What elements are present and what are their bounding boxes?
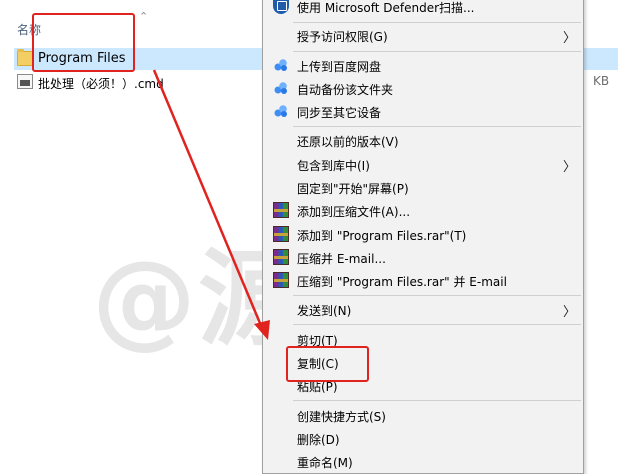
menu-item-label: 固定到"开始"屏幕(P): [297, 182, 409, 196]
winrar-icon: [273, 249, 289, 265]
sort-ascending-icon: ⌃: [139, 10, 149, 23]
baidu-cloud-icon: [274, 59, 287, 71]
menu-separator: [293, 295, 581, 296]
chevron-right-icon: 〉: [563, 305, 577, 320]
file-size-unit: KB: [593, 74, 610, 88]
menu-item-include-library[interactable]: 包含到库中(I) 〉: [263, 153, 583, 175]
menu-item-create-shortcut[interactable]: 创建快捷方式(S): [263, 404, 583, 426]
defender-shield-icon: [273, 0, 289, 14]
menu-item-compress-rar-email[interactable]: 压缩到 "Program Files.rar" 并 E-mail: [263, 269, 583, 291]
menu-item-add-archive[interactable]: 添加到压缩文件(A)...: [263, 199, 583, 221]
menu-item-label: 创建快捷方式(S): [297, 410, 386, 424]
baidu-cloud-icon: [274, 82, 287, 94]
menu-item-label: 压缩并 E-mail...: [297, 252, 386, 266]
menu-item-pin-start[interactable]: 固定到"开始"屏幕(P): [263, 176, 583, 198]
highlight-box-copy: [286, 346, 369, 382]
menu-item-label: 发送到(N): [297, 304, 352, 318]
menu-item-label: 同步至其它设备: [297, 106, 382, 120]
winrar-icon: [273, 272, 289, 288]
menu-item-label: 删除(D): [297, 433, 340, 447]
menu-item-auto-backup[interactable]: 自动备份该文件夹: [263, 77, 583, 99]
menu-separator: [293, 126, 581, 127]
chevron-right-icon: 〉: [563, 160, 577, 175]
menu-separator: [293, 324, 581, 325]
menu-item-restore-versions[interactable]: 还原以前的版本(V): [263, 129, 583, 151]
menu-item-defender-scan[interactable]: 使用 Microsoft Defender扫描...: [263, 0, 583, 17]
menu-item-send-to[interactable]: 发送到(N) 〉: [263, 298, 583, 320]
baidu-cloud-icon: [274, 105, 287, 117]
menu-item-upload-baidu[interactable]: 上传到百度网盘: [263, 54, 583, 76]
menu-separator: [293, 51, 581, 52]
menu-item-label: 重命名(M): [297, 456, 353, 470]
folder-icon: [17, 49, 33, 66]
menu-item-rename[interactable]: 重命名(M): [263, 450, 583, 472]
context-menu: 使用 Microsoft Defender扫描... 授予访问权限(G) 〉 上…: [262, 0, 584, 474]
winrar-icon: [273, 226, 289, 242]
menu-item-label: 还原以前的版本(V): [297, 135, 399, 149]
chevron-right-icon: 〉: [563, 31, 577, 46]
menu-item-label: 自动备份该文件夹: [297, 83, 394, 97]
menu-item-label: 添加到压缩文件(A)...: [297, 205, 411, 219]
menu-item-label: 使用 Microsoft Defender扫描...: [297, 1, 475, 15]
menu-item-label: 包含到库中(I): [297, 159, 370, 173]
cmd-file-icon: [17, 74, 33, 89]
menu-item-grant-access[interactable]: 授予访问权限(G) 〉: [263, 24, 583, 46]
menu-separator: [293, 22, 581, 23]
file-name: 批处理（必须！）.cmd: [38, 77, 164, 91]
menu-item-add-to-rar[interactable]: 添加到 "Program Files.rar"(T): [263, 223, 583, 245]
menu-item-label: 压缩到 "Program Files.rar" 并 E-mail: [297, 275, 507, 289]
winrar-icon: [273, 202, 289, 218]
menu-item-label: 添加到 "Program Files.rar"(T): [297, 229, 467, 243]
highlight-box-program-files: [32, 13, 135, 72]
menu-item-label: 上传到百度网盘: [297, 60, 382, 74]
menu-separator: [293, 400, 581, 401]
menu-item-delete[interactable]: 删除(D): [263, 427, 583, 449]
menu-item-label: 授予访问权限(G): [297, 30, 388, 44]
menu-item-compress-email[interactable]: 压缩并 E-mail...: [263, 246, 583, 268]
menu-item-sync-devices[interactable]: 同步至其它设备: [263, 100, 583, 122]
